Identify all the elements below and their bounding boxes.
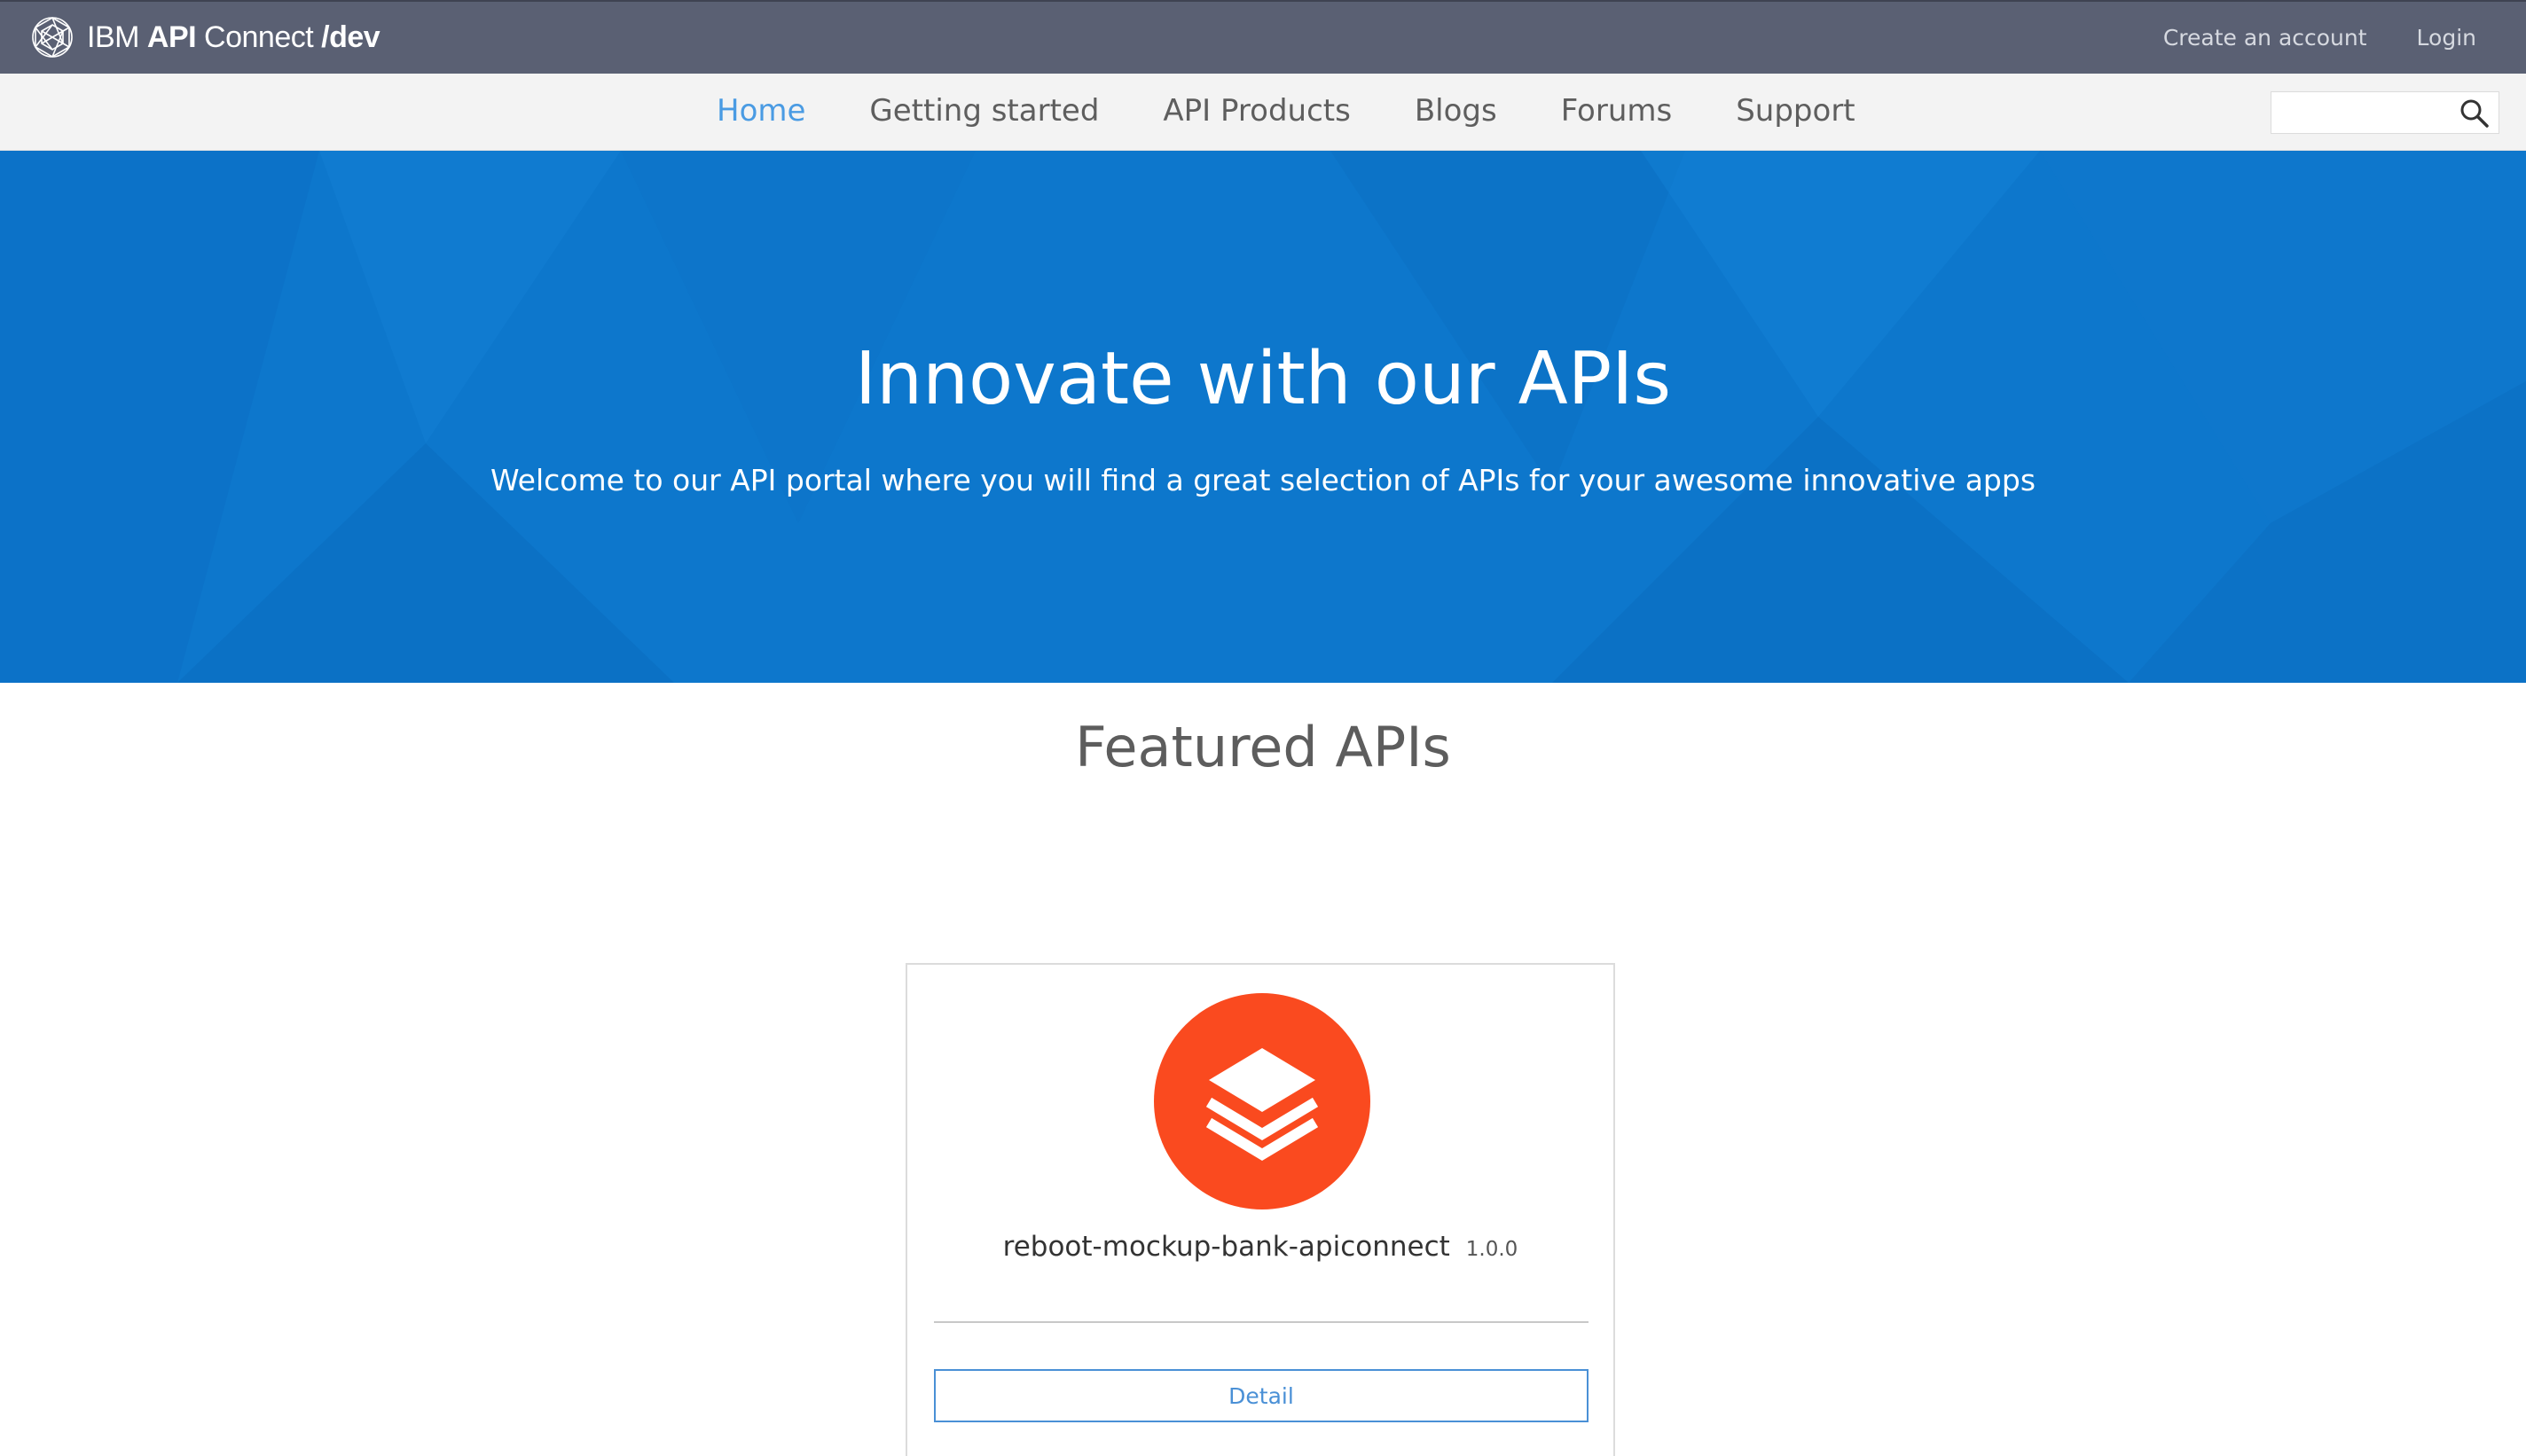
api-version: 1.0.0 [1465, 1238, 1518, 1261]
nav-item-home[interactable]: Home [717, 93, 805, 129]
create-account-link[interactable]: Create an account [2163, 25, 2367, 51]
ibm-logo-icon [32, 17, 73, 58]
api-title-row: reboot-mockup-bank-apiconnect 1.0.0 [907, 1231, 1613, 1263]
login-link[interactable]: Login [2417, 25, 2476, 51]
search-box [2271, 91, 2499, 134]
nav-item-support[interactable]: Support [1736, 93, 1855, 129]
account-links: Create an account Login [2163, 25, 2476, 51]
featured-apis-heading: Featured APIs [1075, 715, 1451, 779]
hero-subtitle: Welcome to our API portal where you will… [490, 463, 2036, 497]
nav-item-api-products[interactable]: API Products [1163, 93, 1350, 129]
nav-item-getting-started[interactable]: Getting started [869, 93, 1099, 129]
brand[interactable]: IBM API Connect /dev [28, 12, 380, 62]
hero-banner: Innovate with our APIs Welcome to our AP… [0, 151, 2526, 683]
api-name[interactable]: reboot-mockup-bank-apiconnect [1003, 1231, 1450, 1263]
nav-item-forums[interactable]: Forums [1561, 93, 1673, 129]
api-card: reboot-mockup-bank-apiconnect 1.0.0 Detai… [906, 963, 1615, 1456]
top-bar: IBM API Connect /dev Create an account L… [0, 0, 2526, 74]
api-icon [1154, 993, 1370, 1209]
detail-button[interactable]: Detail [934, 1369, 1589, 1422]
search-icon[interactable] [2458, 97, 2491, 130]
hero-title: Innovate with our APIs [854, 337, 1672, 421]
brand-name: IBM API Connect /dev [87, 20, 380, 54]
card-divider [934, 1321, 1589, 1323]
main-nav: Home Getting started API Products Blogs … [0, 74, 2526, 151]
search-input[interactable] [2271, 92, 2449, 133]
nav-menu: Home Getting started API Products Blogs … [717, 93, 1919, 129]
layers-icon [1205, 1048, 1319, 1161]
nav-item-blogs[interactable]: Blogs [1415, 93, 1497, 129]
